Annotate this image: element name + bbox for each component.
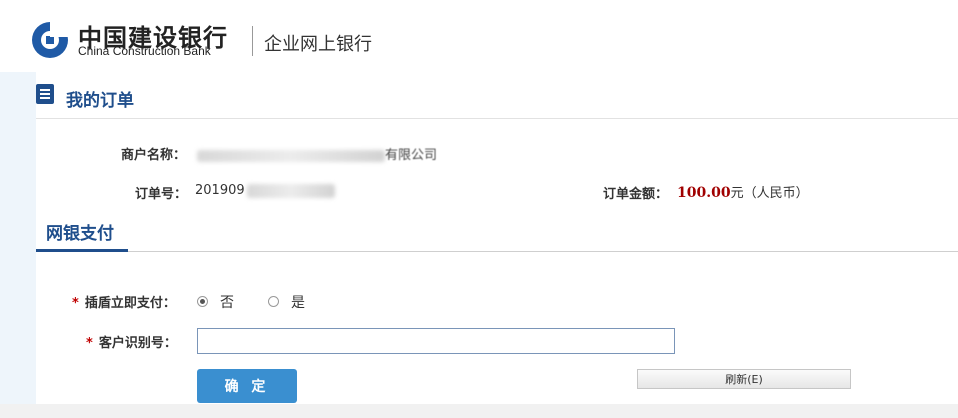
order-section-divider xyxy=(36,118,958,119)
ukey-yes-label[interactable]: 是 xyxy=(291,292,305,312)
bank-name-en: China Construction Bank xyxy=(78,44,211,58)
merchant-redacted xyxy=(197,149,385,162)
tab-online-payment[interactable]: 网银支付 xyxy=(46,219,114,244)
ukey-no-label[interactable]: 否 xyxy=(220,292,234,312)
required-mark: * xyxy=(72,296,79,311)
confirm-button[interactable]: 确 定 xyxy=(197,369,297,403)
required-mark: * xyxy=(86,336,93,351)
bottom-background-strip xyxy=(0,404,958,418)
merchant-value-text: 有限公司 xyxy=(385,148,438,163)
order-no-text: 201909 xyxy=(195,183,245,198)
portal-name: 企业网上银行 xyxy=(264,34,372,55)
payment-section-divider xyxy=(128,251,958,252)
order-section-title: 我的订单 xyxy=(66,91,134,111)
header-divider xyxy=(252,26,253,56)
order-no-value: 201909 xyxy=(195,183,335,198)
order-no-redacted xyxy=(246,183,335,198)
amount-value: 100.00 xyxy=(677,185,731,201)
customer-id-label: * 客户识别号： xyxy=(86,332,177,351)
customer-id-label-text: 客户识别号： xyxy=(98,336,177,351)
ukey-no-radio[interactable] xyxy=(197,296,208,307)
ccb-logo-icon xyxy=(32,20,70,58)
merchant-label: 商户名称： xyxy=(121,148,187,163)
merchant-value: 有限公司 xyxy=(195,144,437,163)
ukey-label: * 插盾立即支付： xyxy=(72,292,176,311)
refresh-button[interactable]: 刷新(E) xyxy=(637,369,851,389)
ukey-label-text: 插盾立即支付： xyxy=(84,296,176,311)
order-section-header: 我的订单 xyxy=(36,82,958,122)
order-no-label: 订单号： xyxy=(135,187,188,202)
customer-id-input[interactable] xyxy=(197,328,675,354)
amount-label: 订单金额： xyxy=(603,187,669,202)
amount-unit: 元（人民币） xyxy=(730,186,809,201)
document-icon xyxy=(36,84,54,104)
left-background-strip xyxy=(0,72,36,418)
tab-active-underline xyxy=(36,249,128,252)
amount-value-group: 100.00元（人民币） xyxy=(677,182,809,201)
ukey-yes-radio[interactable] xyxy=(268,296,279,307)
